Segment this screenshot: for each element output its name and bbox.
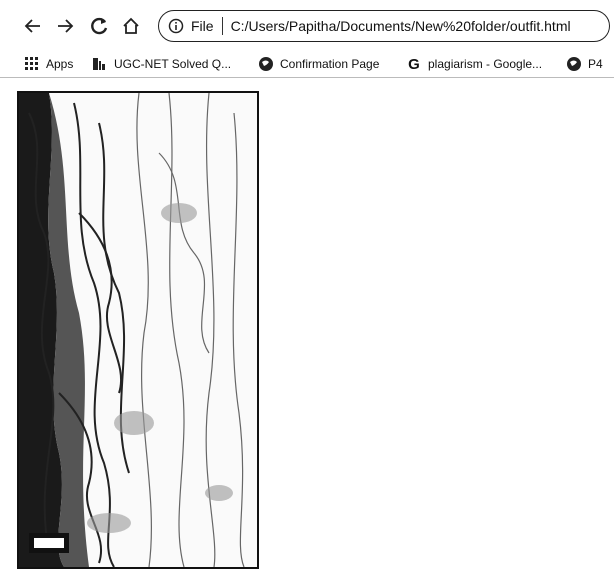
reload-icon: [91, 17, 108, 35]
globe-icon: [258, 56, 274, 72]
bookmark-plagiarism[interactable]: G plagiarism - Google...: [406, 54, 542, 74]
omnibox-divider: [221, 17, 223, 35]
home-button[interactable]: [118, 13, 144, 39]
back-button[interactable]: [20, 13, 46, 39]
globe-icon: [566, 56, 582, 72]
bookmarks-bar: Apps UGC-NET Solved Q... Confirmation Pa…: [0, 50, 614, 78]
info-icon[interactable]: [167, 17, 185, 35]
home-icon: [123, 17, 139, 34]
bookmark-label: Confirmation Page: [280, 57, 380, 71]
bookmark-label: P4: [588, 57, 603, 71]
bookmark-apps[interactable]: Apps: [24, 54, 73, 74]
bookmark-p4[interactable]: P4: [566, 54, 603, 74]
forward-button[interactable]: [52, 13, 78, 39]
arrow-right-icon: [58, 19, 74, 33]
bookmark-confirmation[interactable]: Confirmation Page: [258, 54, 379, 74]
scheme-label: File: [191, 18, 214, 34]
arrow-left-icon: [24, 19, 40, 33]
page-content: [0, 78, 614, 576]
url-text[interactable]: C:/Users/Papitha/Documents/New%20folder/…: [231, 18, 571, 34]
browser-toolbar: File C:/Users/Papitha/Documents/New%20fo…: [0, 0, 614, 50]
bookmark-label: Apps: [46, 57, 74, 71]
book-icon: [92, 56, 108, 72]
google-icon: G: [408, 55, 420, 73]
bookmark-label: UGC-NET Solved Q...: [114, 57, 232, 71]
bookmark-ugc-net[interactable]: UGC-NET Solved Q...: [92, 54, 231, 74]
outfit-image: [17, 91, 259, 569]
apps-grid-icon: [24, 56, 40, 72]
address-bar[interactable]: File C:/Users/Papitha/Documents/New%20fo…: [158, 10, 610, 42]
reload-button[interactable]: [86, 13, 112, 39]
wood-texture-image: [19, 93, 257, 567]
bookmark-label: plagiarism - Google...: [428, 57, 543, 71]
